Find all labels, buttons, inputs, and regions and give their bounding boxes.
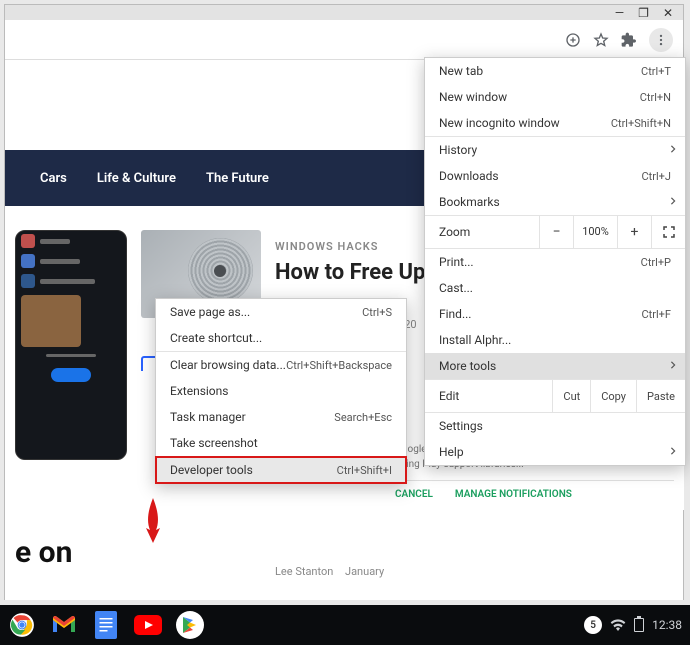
submenu-task-manager[interactable]: Task managerSearch+Esc [156, 404, 406, 430]
menu-history[interactable]: History [425, 137, 685, 163]
maximize-button[interactable]: ❐ [638, 7, 649, 19]
minimize-button[interactable]: — [615, 7, 624, 19]
add-tab-icon[interactable] [565, 32, 581, 48]
nav-link-cars[interactable]: Cars [40, 171, 67, 186]
article-title[interactable]: How to Free Up S [275, 260, 444, 285]
edit-copy-button[interactable]: Copy [590, 380, 636, 412]
clock: 12:38 [652, 618, 682, 632]
notification-manage[interactable]: MANAGE NOTIFICATIONS [455, 489, 572, 500]
chrome-main-menu: New tabCtrl+T New windowCtrl+N New incog… [424, 57, 686, 466]
menu-help[interactable]: Help [425, 439, 685, 465]
submenu-clear-browsing-data[interactable]: Clear browsing data...Ctrl+Shift+Backspa… [156, 352, 406, 378]
menu-find[interactable]: Find...Ctrl+F [425, 301, 685, 327]
star-icon[interactable] [593, 32, 609, 48]
fullscreen-button[interactable] [651, 216, 685, 248]
edit-cut-button[interactable]: Cut [552, 380, 590, 412]
submenu-extensions[interactable]: Extensions [156, 378, 406, 404]
menu-print[interactable]: Print...Ctrl+P [425, 249, 685, 275]
extensions-icon[interactable] [621, 32, 637, 48]
nav-link-future[interactable]: The Future [206, 171, 269, 186]
red-arrow-icon [143, 498, 163, 543]
app-gmail[interactable] [50, 611, 78, 639]
submenu-save-page[interactable]: Save page as...Ctrl+S [156, 299, 406, 325]
taskbar: 5 12:38 [0, 605, 690, 645]
browser-toolbar [5, 20, 683, 60]
taskbar-status[interactable]: 5 12:38 [584, 616, 682, 634]
menu-bookmarks[interactable]: Bookmarks [425, 189, 685, 215]
menu-new-incognito[interactable]: New incognito windowCtrl+Shift+N [425, 110, 685, 136]
app-play-store[interactable] [176, 611, 204, 639]
app-chrome[interactable] [8, 611, 36, 639]
submenu-developer-tools[interactable]: Developer toolsCtrl+Shift+I [156, 457, 406, 483]
wifi-icon [610, 619, 626, 631]
menu-new-tab[interactable]: New tabCtrl+T [425, 58, 685, 84]
submenu-take-screenshot[interactable]: Take screenshot [156, 430, 406, 456]
zoom-in-button[interactable]: + [617, 216, 651, 248]
article-category: WINDOWS HACKS [275, 240, 378, 253]
titlebar: — ❐ ✕ [5, 5, 683, 20]
menu-downloads[interactable]: DownloadsCtrl+J [425, 163, 685, 189]
more-tools-submenu: Save page as...Ctrl+S Create shortcut...… [155, 298, 407, 484]
more-menu-button[interactable] [649, 28, 673, 52]
battery-icon [634, 618, 644, 632]
close-button[interactable]: ✕ [663, 7, 673, 19]
submenu-create-shortcut[interactable]: Create shortcut... [156, 325, 406, 351]
menu-edit: Edit Cut Copy Paste [425, 380, 685, 412]
app-youtube[interactable] [134, 611, 162, 639]
menu-cast[interactable]: Cast... [425, 275, 685, 301]
phone-mockup-image [15, 230, 127, 460]
article2-author: Lee Stanton [275, 565, 333, 578]
menu-new-window[interactable]: New windowCtrl+N [425, 84, 685, 110]
menu-more-tools[interactable]: More tools [425, 353, 685, 379]
notification-cancel[interactable]: CANCEL [395, 489, 433, 500]
menu-settings[interactable]: Settings [425, 413, 685, 439]
edit-paste-button[interactable]: Paste [636, 380, 685, 412]
app-docs[interactable] [92, 611, 120, 639]
menu-zoom: Zoom − 100% + [425, 216, 685, 248]
headline-fragment: e on [15, 535, 72, 570]
article2-date: January [345, 565, 384, 578]
zoom-percentage: 100% [573, 216, 617, 248]
notification-count-badge[interactable]: 5 [584, 616, 602, 634]
zoom-out-button[interactable]: − [539, 216, 573, 248]
menu-install-app[interactable]: Install Alphr... [425, 327, 685, 353]
nav-link-life[interactable]: Life & Culture [97, 171, 176, 186]
